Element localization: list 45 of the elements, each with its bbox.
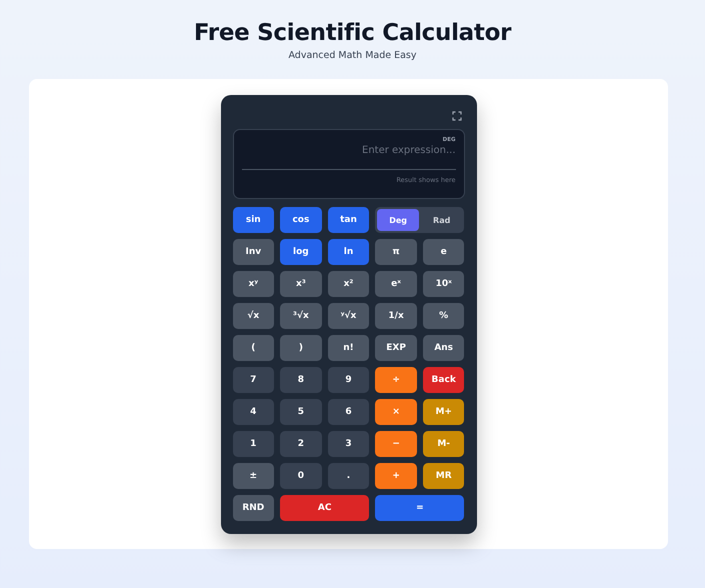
calculator-key[interactable]: ( <box>232 335 274 361</box>
calculator-key[interactable]: Ans <box>422 335 464 361</box>
calculator-key[interactable]: tan <box>328 207 370 233</box>
calculator-key[interactable]: e <box>422 239 464 265</box>
page-subtitle: Advanced Math Made Easy <box>288 50 417 61</box>
calculator-key[interactable]: x³ <box>280 271 322 297</box>
calculator-key[interactable]: ± <box>232 463 274 489</box>
calculator-key[interactable]: 0 <box>280 463 322 489</box>
calculator-key[interactable]: n! <box>328 335 370 361</box>
calculator-key[interactable]: sin <box>232 207 274 233</box>
calculator-key[interactable]: ʸ√x <box>328 303 370 329</box>
calculator-key[interactable]: 10ˣ <box>422 271 464 297</box>
expression-input[interactable]: Enter expression... <box>242 143 456 157</box>
calculator-key[interactable]: 5 <box>280 399 322 425</box>
calculator-key[interactable]: 1 <box>232 431 274 457</box>
calculator-key[interactable]: 1/x <box>375 303 417 329</box>
calculator-key[interactable]: ln <box>328 239 370 265</box>
calculator-key[interactable]: Inv <box>232 239 274 265</box>
calculator-key[interactable]: AC <box>280 495 370 521</box>
calculator-key[interactable]: Back <box>422 367 464 393</box>
calculator-key[interactable]: π <box>375 239 417 265</box>
calculator-key[interactable]: x² <box>328 271 370 297</box>
calculator-key[interactable]: EXP <box>375 335 417 361</box>
calculator-key[interactable]: 7 <box>232 367 274 393</box>
angle-mode-tab[interactable]: Deg <box>377 209 419 231</box>
calculator-key[interactable]: ³√x <box>280 303 322 329</box>
calculator-key[interactable]: cos <box>280 207 322 233</box>
page-title: Free Scientific Calculator <box>194 20 512 46</box>
calculator-key[interactable]: 8 <box>280 367 322 393</box>
calculator-key[interactable]: RND <box>232 495 274 521</box>
calculator-key[interactable]: 4 <box>232 399 274 425</box>
calculator-key[interactable]: % <box>422 303 464 329</box>
calculator-key[interactable]: . <box>328 463 370 489</box>
calculator-key[interactable]: 3 <box>328 431 370 457</box>
angle-mode-tab[interactable]: Rad <box>420 209 462 231</box>
calculator-key[interactable]: eˣ <box>375 271 417 297</box>
calculator-key[interactable]: = <box>375 495 464 521</box>
calculator-key[interactable]: log <box>280 239 322 265</box>
fullscreen-icon[interactable] <box>452 111 462 121</box>
calculator-key[interactable]: √x <box>232 303 274 329</box>
calculator-key[interactable]: 6 <box>328 399 370 425</box>
calculator-key[interactable]: xʸ <box>232 271 274 297</box>
calculator-key[interactable]: 9 <box>328 367 370 393</box>
calculator-key[interactable]: 2 <box>280 431 322 457</box>
calculator-key[interactable]: ) <box>280 335 322 361</box>
